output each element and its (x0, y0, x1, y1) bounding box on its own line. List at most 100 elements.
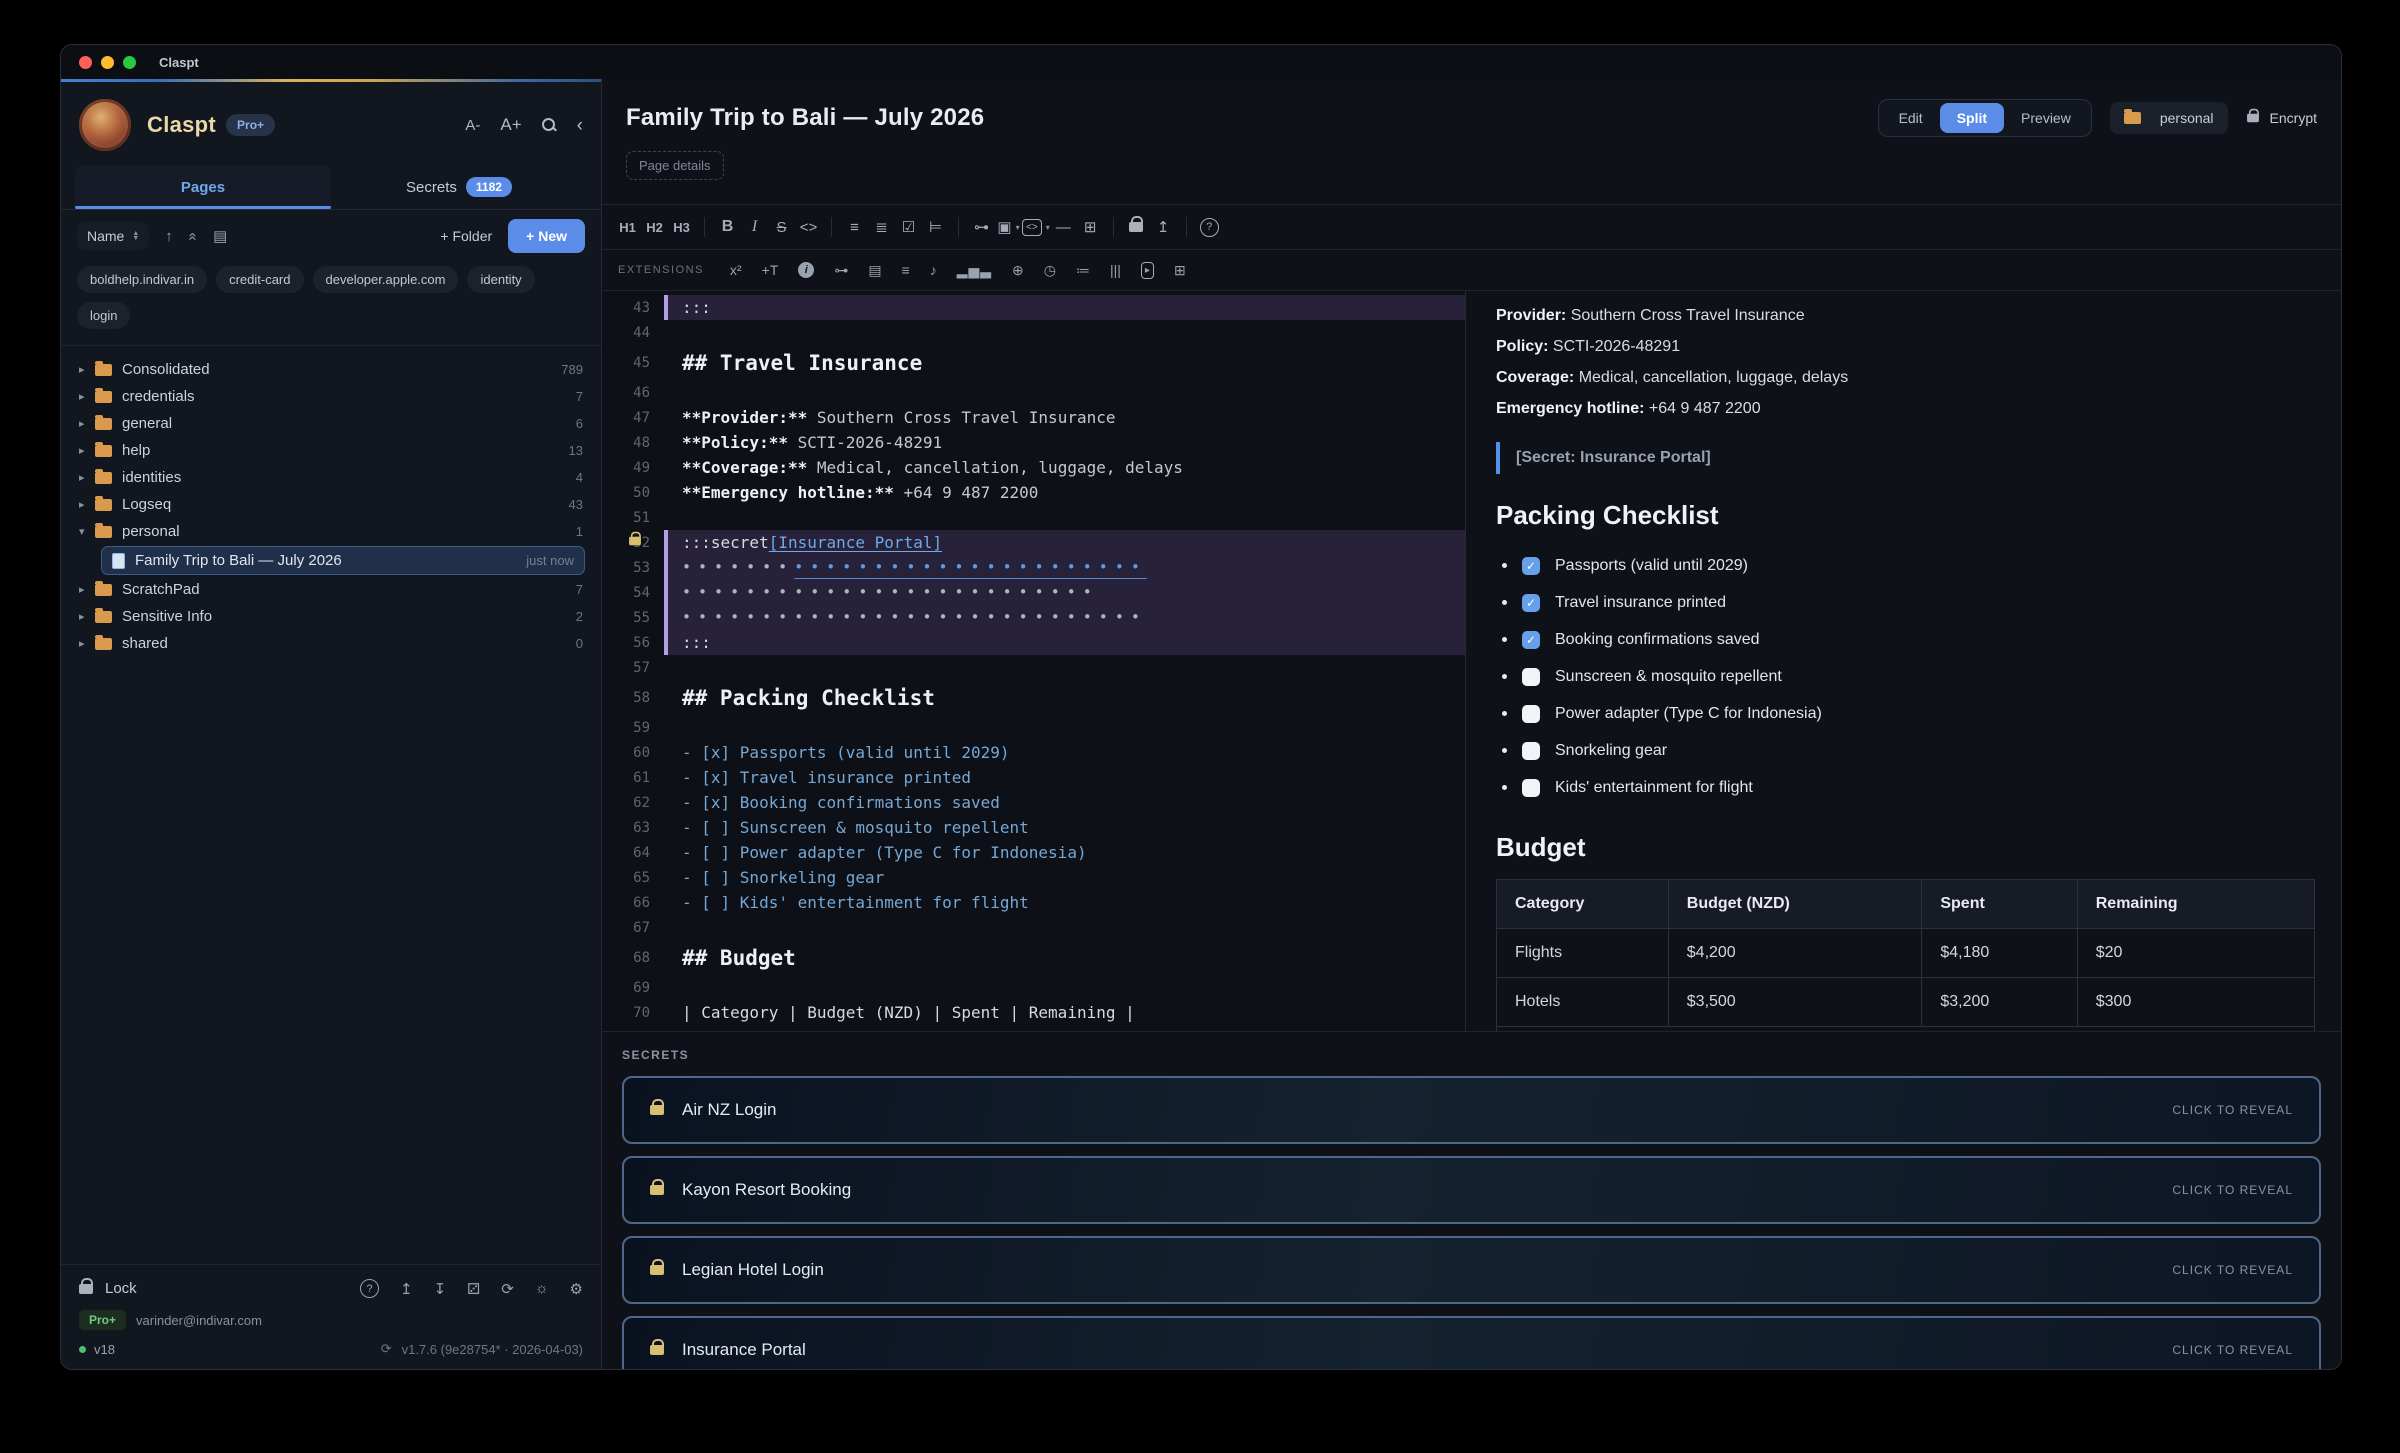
minimize-window-button[interactable] (101, 56, 114, 69)
checkbox[interactable] (1522, 705, 1540, 723)
chevron-icon[interactable]: ▸ (79, 390, 95, 403)
editor-line[interactable]: 49**Coverage:** Medical, cancellation, l… (602, 455, 1465, 480)
sort-direction-icon[interactable]: ↑ (165, 228, 173, 245)
editor-line[interactable]: 43::: (602, 295, 1465, 320)
editor-line[interactable]: 46 (602, 380, 1465, 405)
editor-line[interactable]: 48**Policy:** SCTI-2026-48291 (602, 430, 1465, 455)
globe-icon[interactable]: ⊕ (1012, 262, 1024, 279)
editor-line[interactable]: 62- [x] Booking confirmations saved (602, 790, 1465, 815)
tag-chip[interactable]: developer.apple.com (313, 266, 459, 293)
folder-chip[interactable]: personal (2110, 102, 2228, 134)
encrypt-button[interactable]: Encrypt (2246, 110, 2317, 126)
editor-line[interactable]: 50**Emergency hotline:** +64 9 487 2200 (602, 480, 1465, 505)
folder-row[interactable]: ▸help13 (73, 437, 589, 464)
bullet-list-icon[interactable]: ≡ (841, 219, 868, 236)
editor-line[interactable]: 55••••••••••••••••••••••••••••• (602, 605, 1465, 630)
video-icon[interactable]: ▸ (1141, 262, 1154, 279)
code-block-icon[interactable]: <>▾ (1022, 219, 1050, 236)
help-icon[interactable]: ? (1196, 218, 1223, 237)
editor-line[interactable]: 67 (602, 915, 1465, 940)
align-icon[interactable]: ≡ (902, 262, 910, 278)
editor-line[interactable]: 44 (602, 320, 1465, 345)
music-icon[interactable]: ♪ (930, 262, 937, 278)
chevron-icon[interactable]: ▸ (79, 610, 95, 623)
chevron-icon[interactable]: ▸ (79, 498, 95, 511)
secret-card[interactable]: Insurance PortalCLICK TO REVEAL (622, 1316, 2321, 1370)
zoom-window-button[interactable] (123, 56, 136, 69)
editor-line[interactable]: 54•••••••••••••••••••••••••• (602, 580, 1465, 605)
mode-split-button[interactable]: Split (1940, 103, 2004, 133)
italic-icon[interactable]: I (741, 218, 768, 236)
hr-icon[interactable]: — (1050, 219, 1077, 236)
columns-icon[interactable]: ||| (1110, 262, 1121, 278)
tab-secrets[interactable]: Secrets 1182 (331, 165, 587, 209)
sort-select[interactable]: Name ▲▼ (77, 222, 149, 250)
ordered-list-icon[interactable]: ≣ (868, 218, 895, 236)
editor-line[interactable]: 45## Travel Insurance (602, 345, 1465, 380)
collapse-sidebar-icon[interactable]: ‹ (577, 116, 583, 135)
insert-text-icon[interactable]: +T (762, 262, 779, 278)
tag-chip[interactable]: login (77, 302, 130, 329)
help-icon[interactable]: ? (360, 1279, 379, 1298)
editor-line[interactable]: 51 (602, 505, 1465, 530)
collapse-all-icon[interactable]: « (184, 232, 201, 240)
chevron-icon[interactable]: ▸ (79, 417, 95, 430)
checkbox[interactable]: ✓ (1522, 557, 1540, 575)
grid-icon[interactable]: ⊞ (1174, 262, 1186, 279)
task-list-icon[interactable]: ☑ (895, 218, 922, 236)
share-icon[interactable]: ↥ (1150, 218, 1177, 236)
secret-card[interactable]: Legian Hotel LoginCLICK TO REVEAL (622, 1236, 2321, 1304)
checkbox[interactable] (1522, 668, 1540, 686)
h2-icon[interactable]: H2 (641, 220, 668, 235)
secret-card[interactable]: Air NZ LoginCLICK TO REVEAL (622, 1076, 2321, 1144)
superscript-icon[interactable]: x² (730, 262, 742, 278)
editor-line[interactable]: 47**Provider:** Southern Cross Travel In… (602, 405, 1465, 430)
tag-chip[interactable]: identity (467, 266, 534, 293)
folder-row[interactable]: ▸shared0 (73, 630, 589, 657)
chevron-icon[interactable]: ▸ (79, 471, 95, 484)
search-icon[interactable] (542, 118, 557, 133)
secret-card[interactable]: Kayon Resort BookingCLICK TO REVEAL (622, 1156, 2321, 1224)
import-icon[interactable]: ↧ (434, 1280, 447, 1298)
markdown-editor[interactable]: 43:::4445## Travel Insurance4647**Provid… (602, 291, 1466, 1031)
editor-line[interactable]: 61- [x] Travel insurance printed (602, 765, 1465, 790)
folder-row[interactable]: ▸Consolidated789 (73, 356, 589, 383)
chevron-icon[interactable]: ▸ (79, 583, 95, 596)
dice-icon[interactable]: ⚂ (467, 1280, 480, 1298)
checkbox[interactable]: ✓ (1522, 594, 1540, 612)
lock-button[interactable]: Lock (105, 1280, 137, 1297)
folder-row[interactable]: ▾personal1 (73, 518, 589, 545)
image-icon[interactable]: ▣▾ (995, 218, 1022, 236)
chevron-icon[interactable]: ▸ (79, 363, 95, 376)
editor-line[interactable]: 52:::secret[Insurance Portal] (602, 530, 1465, 555)
folder-row[interactable]: ▸general6 (73, 410, 589, 437)
folder-row[interactable]: ▸Logseq43 (73, 491, 589, 518)
chevron-icon[interactable]: ▸ (79, 637, 95, 650)
settings-icon[interactable]: ⚙ (570, 1280, 583, 1298)
mode-preview-button[interactable]: Preview (2004, 103, 2088, 133)
chart-icon[interactable]: ▂▅▃ (957, 262, 992, 279)
folder-row[interactable]: ▸identities4 (73, 464, 589, 491)
editor-line[interactable]: 57 (602, 655, 1465, 680)
chain-icon[interactable]: ⊶ (834, 262, 848, 279)
h1-icon[interactable]: H1 (614, 220, 641, 235)
bold-icon[interactable]: B (714, 218, 741, 236)
sync-icon[interactable]: ⟳ (501, 1280, 514, 1298)
close-window-button[interactable] (79, 56, 92, 69)
mode-edit-button[interactable]: Edit (1882, 103, 1940, 133)
inline-code-icon[interactable]: <> (795, 219, 822, 236)
editor-line[interactable]: 66- [ ] Kids' entertainment for flight (602, 890, 1465, 915)
checkbox[interactable]: ✓ (1522, 631, 1540, 649)
checkbox[interactable] (1522, 742, 1540, 760)
clock-icon[interactable]: ◷ (1044, 262, 1056, 279)
editor-line[interactable]: 58## Packing Checklist (602, 680, 1465, 715)
export-icon[interactable]: ↥ (400, 1280, 413, 1298)
h3-icon[interactable]: H3 (668, 220, 695, 235)
editor-line[interactable]: 63- [ ] Sunscreen & mosquito repellent (602, 815, 1465, 840)
folder-row[interactable]: ▸ScratchPad7 (73, 576, 589, 603)
update-icon[interactable]: ⟳ (381, 1341, 392, 1357)
chevron-icon[interactable]: ▸ (79, 444, 95, 457)
tag-chip[interactable]: credit-card (216, 266, 303, 293)
tag-chip[interactable]: boldhelp.indivar.in (77, 266, 207, 293)
page-list-item[interactable]: Family Trip to Bali — July 2026just now (101, 546, 585, 575)
